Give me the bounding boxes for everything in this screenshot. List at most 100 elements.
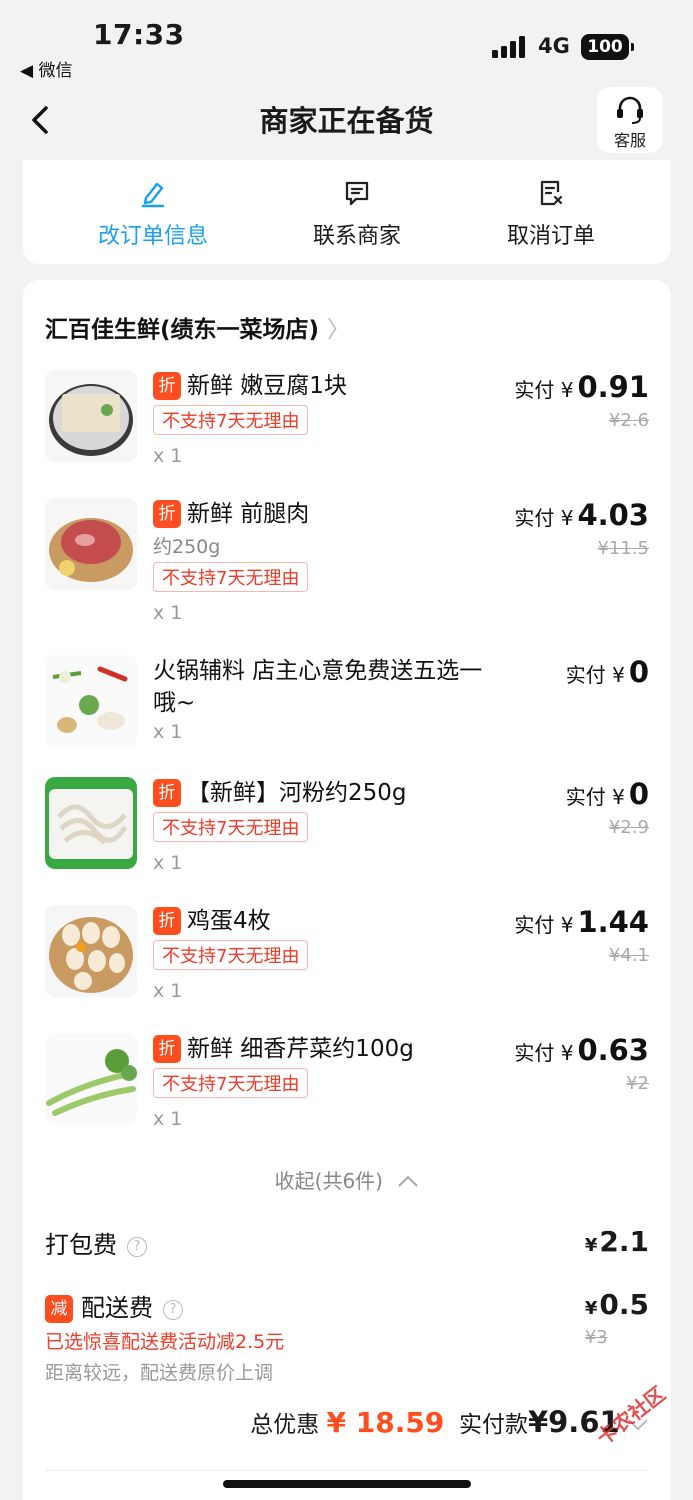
original-price: ¥2.6 — [608, 410, 649, 431]
headset-icon — [617, 96, 643, 124]
paid-label: 实付 — [565, 785, 606, 809]
currency: ¥ — [560, 913, 574, 937]
product-image-hotpot-extras — [45, 655, 137, 747]
item-name: 新鲜 细香芹菜约100g — [187, 1036, 414, 1062]
order-total[interactable]: 总优惠 ¥ 18.59 实付款¥9.61 — [250, 1405, 649, 1439]
currency: ¥ — [584, 1235, 598, 1256]
item-spec: 约250g — [153, 536, 221, 558]
no-return-tag: 不支持7天无理由 — [153, 940, 309, 970]
original-price: ¥2 — [626, 1073, 649, 1094]
collapse-label: 收起(共6件) — [274, 1169, 383, 1193]
divider — [45, 1470, 649, 1471]
original-price: ¥11.5 — [597, 538, 649, 559]
delivery-fee-label: 配送费 — [81, 1294, 153, 1322]
currency: ¥ — [612, 785, 625, 809]
edit-icon — [141, 182, 165, 208]
delivery-fee-row: 减配送费? 已选惊喜配送费活动减2.5元 距离较远，配送费原价上调 ¥0.5 ¥… — [45, 1288, 649, 1385]
chevron-up-icon — [398, 1175, 419, 1187]
reduction-badge: 减 — [45, 1295, 73, 1323]
packing-fee-row: 打包费? ¥2.1 — [45, 1225, 649, 1260]
order-item[interactable]: 折新鲜 细香芹菜约100g 不支持7天无理由 x 1 实付 ¥0.63 ¥2 — [45, 1033, 649, 1143]
currency: ¥ — [612, 663, 625, 687]
network-label: 4G — [538, 34, 570, 58]
item-qty: x 1 — [153, 721, 183, 743]
item-qty: x 1 — [153, 445, 183, 467]
nav-bar: 商家正在备货 — [0, 90, 693, 160]
paid-label: 实付 — [514, 1041, 555, 1065]
packing-fee-amount: 2.1 — [599, 1225, 649, 1258]
cancel-order-icon — [540, 180, 563, 206]
currency: ¥ — [560, 506, 574, 530]
chat-icon — [345, 181, 369, 206]
no-return-tag: 不支持7天无理由 — [153, 562, 309, 592]
customer-service-button[interactable]: 客服 — [597, 87, 663, 153]
item-qty: x 1 — [153, 980, 183, 1002]
paid-label: 实付 — [514, 913, 555, 937]
cancel-order-button[interactable]: 取消订单 — [471, 178, 631, 250]
home-indicator[interactable] — [223, 1480, 471, 1488]
item-qty: x 1 — [153, 852, 183, 874]
total-paid-label: 实付款 — [458, 1412, 528, 1438]
item-price: 1.44 — [577, 905, 649, 939]
order-item[interactable]: 折新鲜 嫩豆腐1块 不支持7天无理由 x 1 实付 ¥0.91 ¥2.6 — [45, 370, 649, 480]
item-name: 新鲜 嫩豆腐1块 — [187, 373, 347, 399]
item-qty: x 1 — [153, 602, 183, 624]
item-name: 新鲜 前腿肉 — [187, 501, 310, 527]
chevron-right-icon: 〉 — [327, 317, 351, 343]
item-name: 鸡蛋4枚 — [187, 908, 271, 934]
paid-label: 实付 — [565, 663, 606, 687]
currency: ¥ — [560, 378, 574, 402]
page-title: 商家正在备货 — [259, 104, 434, 138]
total-discount-label: 总优惠 — [250, 1412, 320, 1438]
no-return-tag: 不支持7天无理由 — [153, 1068, 309, 1098]
status-bar: 17:33 ◀ 微信 4G 100 — [0, 0, 693, 90]
order-item[interactable]: 折鸡蛋4枚 不支持7天无理由 x 1 实付 ¥1.44 ¥4.1 — [45, 905, 649, 1015]
edit-order-label: 改订单信息 — [97, 224, 208, 249]
status-time: 17:33 — [93, 18, 185, 51]
no-return-tag: 不支持7天无理由 — [153, 812, 309, 842]
product-image-pork — [45, 498, 137, 590]
product-image-celery — [45, 1033, 137, 1125]
item-price: 4.03 — [577, 498, 649, 532]
collapse-items-button[interactable]: 收起(共6件) — [23, 1165, 671, 1194]
delivery-fee-amount: 0.5 — [599, 1288, 649, 1321]
contact-merchant-label: 联系商家 — [312, 224, 401, 249]
edit-order-button[interactable]: 改订单信息 — [73, 178, 233, 250]
delivery-original-price: ¥3 — [584, 1327, 608, 1348]
discount-badge: 折 — [153, 500, 181, 528]
signal-icon — [492, 36, 528, 58]
back-to-app-link[interactable]: ◀ 微信 — [20, 56, 72, 81]
item-name: 【新鲜】河粉约250g — [187, 780, 407, 806]
packing-fee-label: 打包费 — [45, 1231, 117, 1259]
no-return-tag: 不支持7天无理由 — [153, 405, 309, 435]
discount-badge: 折 — [153, 779, 181, 807]
item-price: 0 — [628, 777, 649, 811]
battery-icon: 100 — [581, 34, 634, 60]
discount-badge: 折 — [153, 907, 181, 935]
item-name: 火锅辅料 店主心意免费送五选一哦~ — [153, 658, 483, 716]
shop-name-link[interactable]: 汇百佳生鲜(绩东一菜场店) 〉 — [45, 310, 350, 344]
paid-label: 实付 — [514, 378, 555, 402]
order-item[interactable]: 折新鲜 前腿肉 约250g 不支持7天无理由 x 1 实付 ¥4.03 ¥11.… — [45, 498, 649, 624]
contact-merchant-button[interactable]: 联系商家 — [277, 178, 437, 250]
product-image-eggs — [45, 905, 137, 997]
product-image-tofu — [45, 370, 137, 462]
item-price: 0 — [628, 655, 649, 689]
currency: ¥ — [584, 1298, 598, 1319]
order-item[interactable]: 折【新鲜】河粉约250g 不支持7天无理由 x 1 实付 ¥0 ¥2.9 — [45, 777, 649, 887]
delivery-note-text: 距离较远，配送费原价上调 — [45, 1362, 274, 1384]
item-qty: x 1 — [153, 1108, 183, 1130]
paid-label: 实付 — [514, 506, 555, 530]
item-price: 0.91 — [577, 370, 649, 404]
discount-badge: 折 — [153, 372, 181, 400]
delivery-promo-text: 已选惊喜配送费活动减2.5元 — [45, 1331, 285, 1353]
order-actions: 改订单信息 联系商家 取消订单 — [23, 160, 671, 264]
currency: ¥ — [560, 1041, 574, 1065]
help-icon[interactable]: ? — [127, 1237, 147, 1257]
order-card: 汇百佳生鲜(绩东一菜场店) 〉 折新鲜 嫩豆腐1块 不支持7天无理由 x 1 实付… — [23, 280, 671, 1500]
original-price: ¥4.1 — [608, 945, 649, 966]
order-item[interactable]: 火锅辅料 店主心意免费送五选一哦~ x 1 实付 ¥0 — [45, 655, 649, 765]
original-price: ¥2.9 — [608, 817, 649, 838]
help-icon[interactable]: ? — [163, 1300, 183, 1320]
discount-badge: 折 — [153, 1035, 181, 1063]
